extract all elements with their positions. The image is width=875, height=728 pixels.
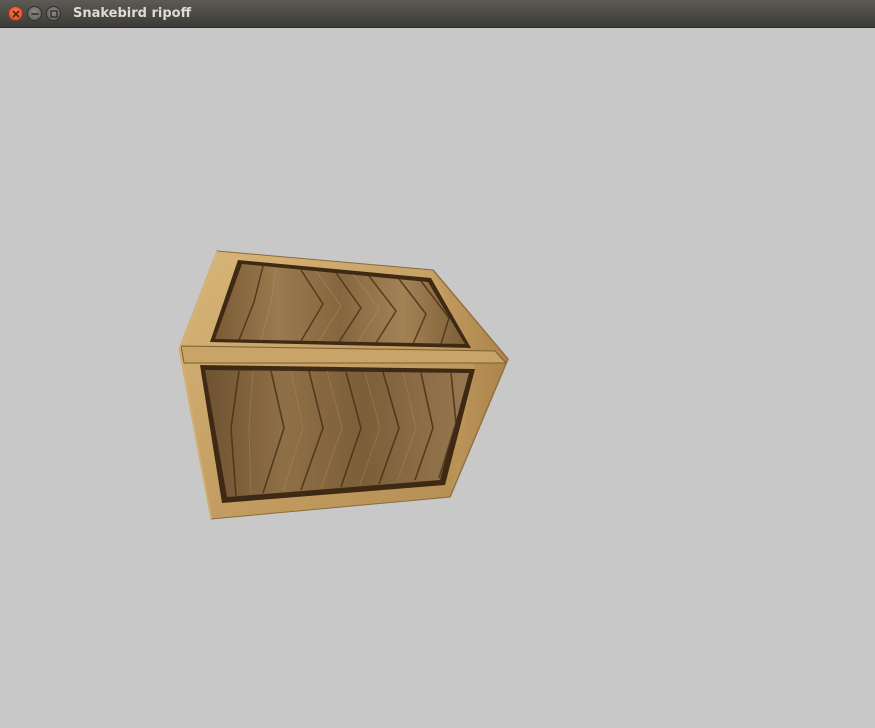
close-icon[interactable] <box>8 6 23 21</box>
window-title: Snakebird ripoff <box>73 6 192 21</box>
game-viewport[interactable] <box>1 28 874 727</box>
game-scene <box>177 250 509 520</box>
title-bar[interactable]: Snakebird ripoff <box>0 0 875 28</box>
app-window: Snakebird ripoff <box>0 0 875 728</box>
minimize-icon[interactable] <box>27 6 42 21</box>
maximize-icon[interactable] <box>46 6 61 21</box>
wooden-crate <box>177 250 509 520</box>
